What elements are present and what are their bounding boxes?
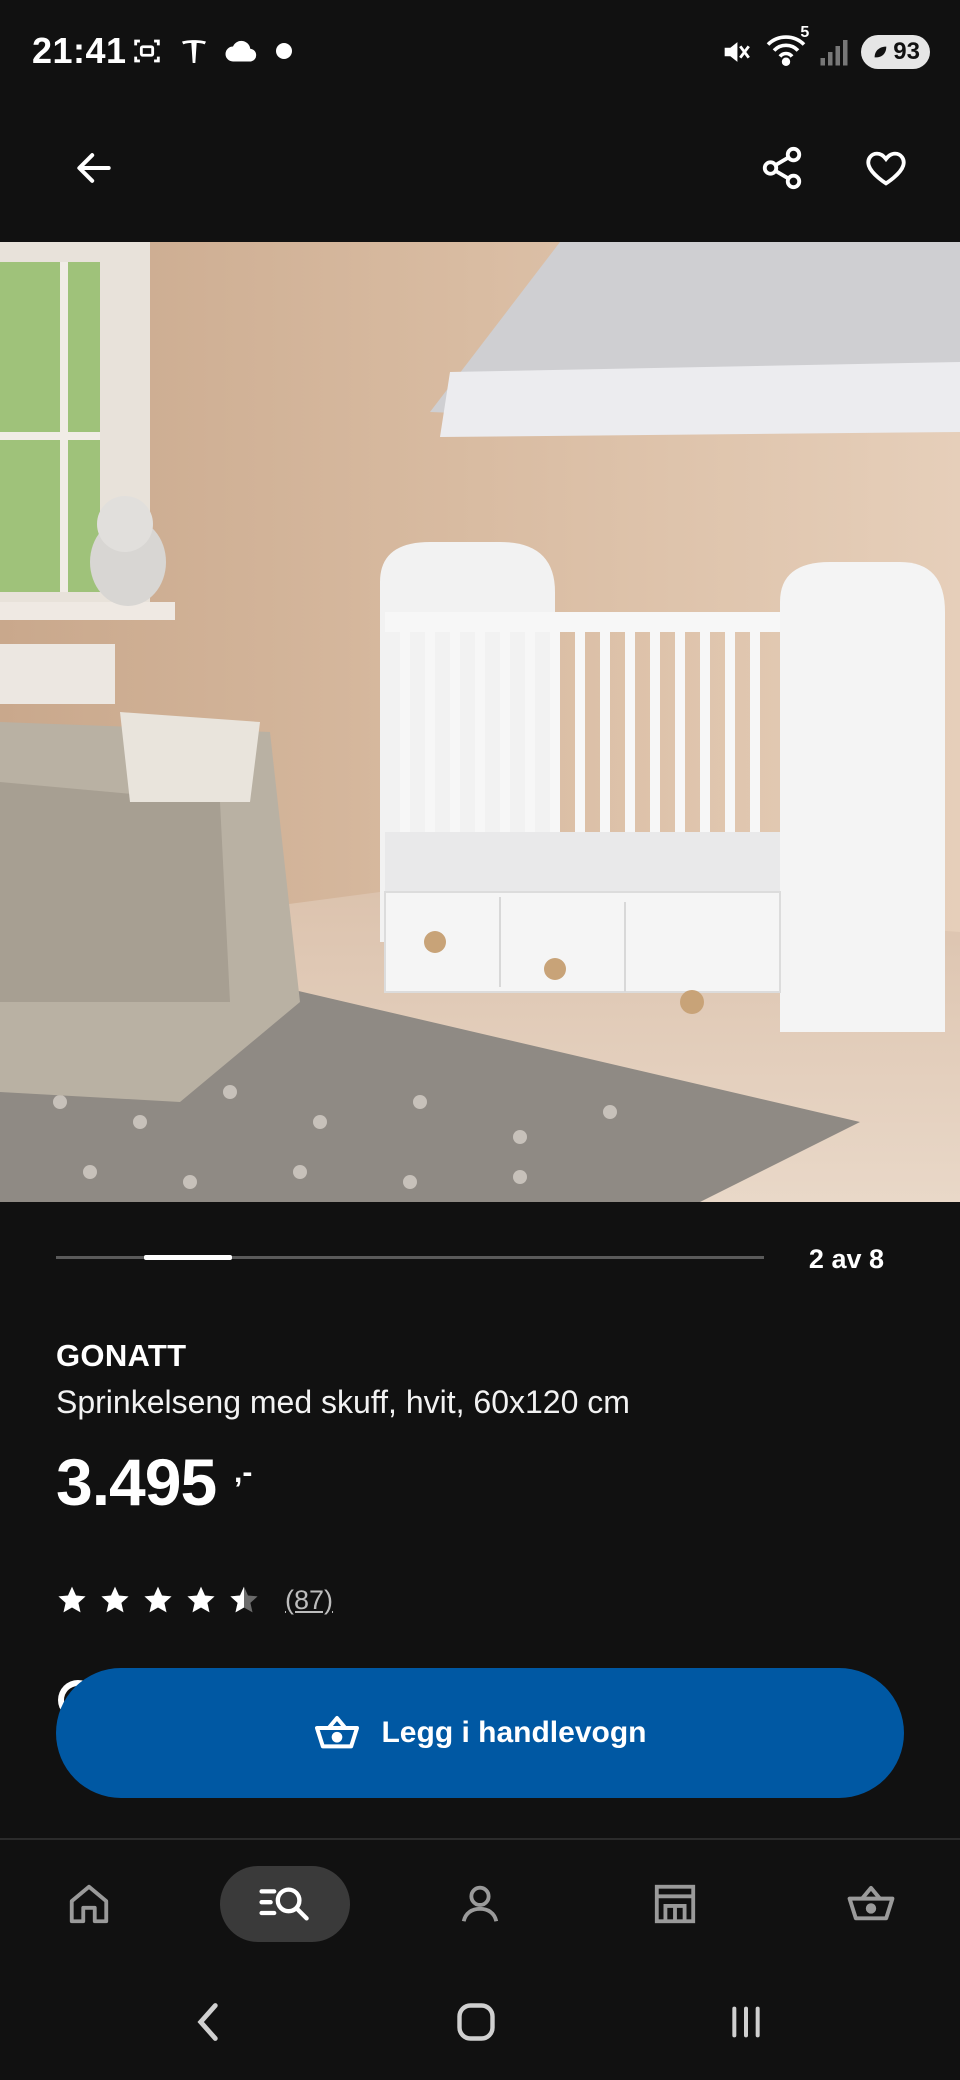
product-price: 3.495 [56,1445,217,1519]
star-icon [144,1586,172,1613]
system-recents-button[interactable] [706,1990,786,2054]
price-suffix: ,- [234,1456,253,1489]
store-icon [654,1884,696,1924]
search-icon [259,1887,309,1921]
product-rating[interactable]: (87) [56,1584,333,1616]
screenshot-icon [134,39,160,63]
star-half-icon [230,1586,258,1613]
home-icon [69,1884,109,1924]
signal-icon [820,39,848,65]
share-icon [762,146,802,190]
nav-home[interactable] [24,1866,154,1942]
gallery-progress-indicator [144,1255,232,1260]
tesla-icon [182,40,206,63]
recents-icon [732,2006,760,2038]
heart-icon [866,151,906,186]
shopping-basket-icon [315,1716,360,1749]
status-left-icons [130,34,294,68]
product-brand: GONATT [56,1338,187,1373]
bottom-navigation [0,1840,960,1970]
crib-photo [0,242,960,1202]
share-button[interactable] [742,128,822,208]
system-home-button[interactable] [436,1990,516,2054]
home-square-icon [457,2003,495,2041]
system-back-button[interactable] [168,1990,248,2054]
gallery-position-label: 2 av 8 [808,1244,884,1274]
chevron-left-icon [197,2003,218,2041]
favorite-button[interactable] [846,128,926,208]
battery-indicator: 93 [861,34,930,69]
mute-icon [724,41,751,62]
nav-store[interactable] [610,1866,740,1942]
nav-search[interactable] [220,1866,350,1942]
back-button[interactable] [54,128,134,208]
product-image[interactable] [0,242,960,1202]
battery-level: 93 [893,37,920,65]
nav-cart[interactable] [806,1866,936,1942]
nav-profile[interactable] [415,1866,545,1942]
cloud-icon [225,40,257,62]
person-icon [461,1885,499,1922]
notification-dot-icon [276,43,292,59]
product-description: Sprinkelseng med skuff, hvit, 60x120 cm [56,1384,630,1420]
battery-saver-icon [874,46,887,57]
add-to-cart-label: Legg i handlevogn [381,1716,647,1749]
status-bar: 21:41 5 93 [0,0,960,110]
system-navigation-bar [0,1970,960,2080]
status-time: 21:41 [32,30,127,71]
status-right-icons: 5 93 [719,24,930,71]
add-to-cart-button[interactable]: Legg i handlevogn [56,1668,904,1798]
star-icon [187,1586,215,1613]
rating-count[interactable]: (87) [285,1585,333,1616]
shopping-basket-icon [847,1885,895,1921]
star-icon [58,1586,86,1613]
arrow-left-icon [77,153,111,183]
network-type: 5 [800,24,810,41]
star-icon [101,1586,129,1613]
